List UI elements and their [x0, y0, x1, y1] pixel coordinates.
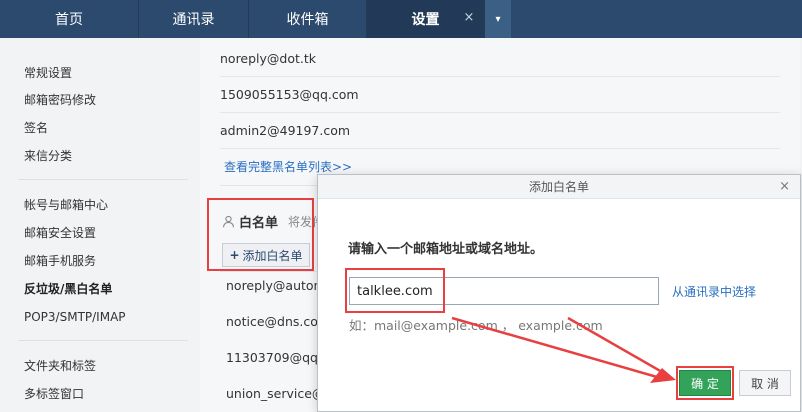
dialog-prompt: 请输入一个邮箱地址或域名地址。 — [348, 242, 544, 257]
tab-more-button[interactable]: ▾ — [485, 0, 511, 38]
sidebar-item-mobile-service[interactable]: 邮箱手机服务 — [24, 252, 96, 270]
blacklist-row: admin2@49197.com — [220, 113, 780, 149]
tab-contacts-label: 通讯录 — [172, 12, 215, 28]
view-full-blacklist-link[interactable]: 查看完整黑名单列表>> — [224, 158, 352, 175]
sidebar-item-security[interactable]: 邮箱安全设置 — [24, 224, 96, 242]
blacklist-entry: admin2@49197.com — [220, 123, 351, 138]
tab-home[interactable]: 首页 — [0, 0, 139, 38]
annotation-highlight-box — [676, 366, 734, 400]
sidebar-item-mail-rules[interactable]: 来信分类 — [24, 147, 72, 165]
top-tab-bar: 首页 通讯录 收件箱 设置 × ▾ — [0, 0, 802, 38]
blacklist-entry: 1509055153@qq.com — [220, 87, 359, 102]
chevron-down-icon: ▾ — [495, 13, 501, 25]
sidebar-item-folders[interactable]: 文件夹和标签 — [24, 357, 96, 375]
tab-home-label: 首页 — [55, 12, 83, 28]
tabbar-filler — [511, 0, 802, 38]
close-icon[interactable]: × — [462, 11, 476, 25]
cancel-button[interactable]: 取 消 — [739, 370, 791, 396]
sidebar-item-pop3[interactable]: POP3/SMTP/IMAP — [24, 308, 126, 326]
tab-inbox-label: 收件箱 — [286, 12, 329, 28]
tab-settings-label: 设置 — [411, 12, 440, 28]
annotation-highlight-box — [345, 268, 445, 313]
sidebar-item-signature[interactable]: 签名 — [24, 119, 48, 137]
annotation-highlight-box — [207, 198, 314, 271]
input-hint: 如：mail@example.com ， example.com — [349, 318, 603, 333]
dialog-header: 添加白名单 × — [318, 175, 800, 199]
close-icon[interactable]: × — [779, 175, 790, 199]
sidebar-divider — [18, 340, 188, 341]
sidebar-item-general[interactable]: 常规设置 — [24, 64, 72, 82]
tab-settings[interactable]: 设置 × — [367, 0, 485, 38]
sidebar-item-account-center[interactable]: 帐号与邮箱中心 — [24, 196, 108, 214]
blacklist-row: noreply@dot.tk — [220, 41, 780, 77]
blacklist-row: 1509055153@qq.com — [220, 77, 780, 113]
blacklist-entry: noreply@dot.tk — [220, 51, 317, 66]
tab-inbox[interactable]: 收件箱 — [249, 0, 367, 38]
dialog-title: 添加白名单 — [528, 180, 589, 194]
tab-contacts[interactable]: 通讯录 — [139, 0, 249, 38]
sidebar-divider — [18, 179, 188, 180]
sidebar-item-password[interactable]: 邮箱密码修改 — [24, 91, 96, 109]
sidebar-item-antispam[interactable]: 反垃圾/黑白名单 — [24, 280, 112, 298]
select-from-contacts-link[interactable]: 从通讯录中选择 — [672, 283, 756, 300]
settings-sidebar: 常规设置 邮箱密码修改 签名 来信分类 帐号与邮箱中心 邮箱安全设置 邮箱手机服… — [0, 38, 200, 412]
sidebar-item-multi-tab[interactable]: 多标签窗口 — [24, 385, 84, 403]
